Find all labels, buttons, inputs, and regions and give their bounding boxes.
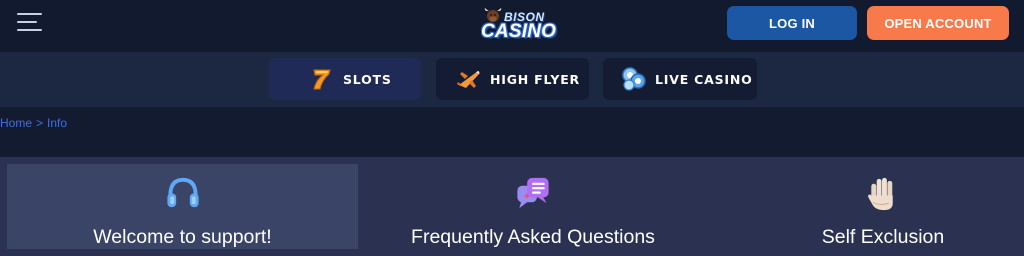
airplane-icon — [457, 71, 480, 88]
tab-label: Welcome to support! — [93, 226, 272, 248]
breadcrumb: Home > Info — [0, 116, 67, 130]
log-in-button[interactable]: LOG IN — [727, 6, 857, 40]
breadcrumb-separator: > — [36, 116, 44, 130]
nav-item-high-flyer[interactable]: HIGH FLYER — [436, 58, 589, 100]
tab-label: Self Exclusion — [821, 226, 945, 248]
nav-item-label: LIVE CASINO — [655, 71, 753, 87]
hamburger-icon[interactable] — [17, 13, 42, 32]
open-account-button[interactable]: OPEN ACCOUNT — [867, 6, 1009, 40]
seven-icon — [313, 69, 331, 90]
nav-item-label: SLOTS — [343, 71, 392, 87]
tab-frequently-asked-questions[interactable]: Frequently Asked Questions — [358, 164, 708, 249]
top-header: BISON CASINO LOG IN OPEN ACCOUNT — [0, 0, 1024, 50]
tab-label: Frequently Asked Questions — [411, 226, 655, 248]
info-tabs: Welcome to support! Frequently Asked Que… — [0, 157, 1024, 256]
tab-self-exclusion[interactable]: Self Exclusion — [708, 164, 1024, 249]
nav-item-live-casino[interactable]: LIVE CASINO — [603, 58, 757, 100]
bison-casino-logo[interactable]: BISON CASINO — [480, 7, 556, 45]
game-category-nav: SLOTS HIGH FLYER LIVE CASINO — [0, 52, 1024, 107]
tab-welcome-support[interactable]: Welcome to support! — [7, 164, 358, 249]
breadcrumb-current-link[interactable]: Info — [47, 116, 67, 130]
nav-item-label: HIGH FLYER — [490, 71, 580, 87]
headphones-icon — [166, 177, 199, 208]
chips-icon — [622, 67, 646, 91]
logo-text-casino: CASINO — [481, 21, 557, 42]
chat-bubbles-icon — [517, 177, 549, 209]
breadcrumb-home-link[interactable]: Home — [0, 116, 32, 130]
nav-item-slots[interactable]: SLOTS — [269, 58, 421, 100]
raised-hand-icon — [868, 177, 893, 211]
